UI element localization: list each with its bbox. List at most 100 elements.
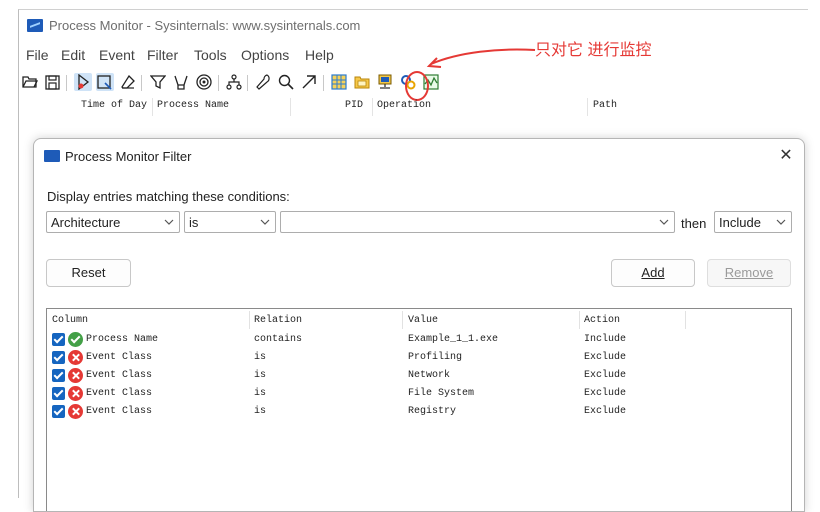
row-action: Include [584,334,627,345]
row-action: Exclude [584,370,627,381]
process-monitor-icon [44,150,60,162]
row-column: Event Class [86,406,153,417]
list-header-value[interactable]: Value [408,315,438,326]
checkbox-icon[interactable] [52,333,65,346]
header-operation[interactable]: Operation [377,100,431,111]
window-title: Process Monitor - Sysinternals: www.sysi… [49,18,361,33]
exclude-status-icon [68,386,83,401]
search-icon[interactable] [277,73,295,91]
title-bar: Process Monitor - Sysinternals: www.sysi… [19,10,808,42]
then-label: then [681,216,707,231]
file-system-icon[interactable] [353,73,371,91]
row-column: Event Class [86,352,153,363]
toolbar-separator [141,75,142,91]
menu-filter[interactable]: Filter [147,47,178,63]
header-process-name[interactable]: Process Name [157,100,229,111]
column-dropdown[interactable]: Architecture [46,211,180,233]
header-divider[interactable] [152,98,153,116]
filter-row[interactable]: Event Class is File System Exclude [47,385,791,403]
target-icon[interactable] [195,73,213,91]
header-divider[interactable] [685,311,686,329]
menu-bar: File Edit Event Filter Tools Options Hel… [19,44,808,66]
exclude-status-icon [68,350,83,365]
process-tree-icon[interactable] [225,73,243,91]
menu-help[interactable]: Help [305,47,334,63]
toolbar-separator [323,75,324,91]
header-path[interactable]: Path [593,100,617,111]
annotation-arrow [426,48,536,68]
autoscroll-icon[interactable] [96,73,114,91]
header-divider[interactable] [587,98,588,116]
row-relation: is [254,370,267,381]
action-dropdown[interactable]: Include [714,211,792,233]
reset-button[interactable]: Reset [46,259,131,287]
include-status-icon [68,332,83,347]
checkbox-icon[interactable] [52,387,65,400]
event-column-headers: Time of Day Process Name PID Operation P… [19,98,808,116]
column-dropdown-value: Architecture [51,215,121,230]
annotation-text: 只对它 进行监控 [535,42,652,59]
row-action: Exclude [584,406,627,417]
header-pid[interactable]: PID [345,100,363,111]
header-divider[interactable] [402,311,403,329]
filter-dialog: Process Monitor Filter ✕ Display entries… [33,138,805,512]
row-column: Event Class [86,388,153,399]
network-icon[interactable] [376,73,394,91]
value-combobox[interactable] [280,211,675,233]
row-column: Event Class [86,370,153,381]
highlight-icon[interactable] [172,73,190,91]
row-column: Process Name [86,334,159,345]
find-icon[interactable] [255,73,273,91]
exclude-status-icon [68,368,83,383]
filter-row[interactable]: Event Class is Profiling Exclude [47,349,791,367]
row-value: File System [408,388,475,399]
list-header-relation[interactable]: Relation [254,315,302,326]
menu-event[interactable]: Event [99,47,135,63]
checkbox-icon[interactable] [52,369,65,382]
row-value: Registry [408,406,457,417]
close-icon[interactable]: ✕ [775,145,797,167]
filter-instruction: Display entries matching these condition… [47,189,290,204]
filter-icon[interactable] [149,73,167,91]
chevron-down-icon [164,219,174,225]
relation-dropdown[interactable]: is [184,211,276,233]
filter-list: Column Relation Value Action Process Nam… [46,308,792,511]
remove-button[interactable]: Remove [707,259,791,287]
capture-icon[interactable] [74,73,92,91]
menu-options[interactable]: Options [241,47,289,63]
menu-edit[interactable]: Edit [61,47,85,63]
registry-icon[interactable] [330,73,348,91]
add-button[interactable]: Add [611,259,695,287]
filter-row[interactable]: Process Name contains Example_1_1.exe In… [47,331,791,349]
filter-row[interactable]: Event Class is Registry Exclude [47,403,791,421]
header-divider[interactable] [249,311,250,329]
exclude-status-icon [68,404,83,419]
row-action: Exclude [584,352,627,363]
chevron-down-icon [659,219,669,225]
row-action: Exclude [584,388,627,399]
menu-tools[interactable]: Tools [194,47,227,63]
toolbar-separator [66,75,67,91]
checkbox-icon[interactable] [52,405,65,418]
menu-file[interactable]: File [26,47,49,63]
clear-icon[interactable] [119,73,137,91]
toolbar-separator [247,75,248,91]
list-header-column[interactable]: Column [52,315,88,326]
chevron-down-icon [260,219,270,225]
header-divider[interactable] [579,311,580,329]
header-divider[interactable] [290,98,291,116]
list-header-action[interactable]: Action [584,315,620,326]
checkbox-icon[interactable] [52,351,65,364]
header-time-of-day[interactable]: Time of Day [81,100,147,111]
row-relation: is [254,352,267,363]
filter-row[interactable]: Event Class is Network Exclude [47,367,791,385]
relation-dropdown-value: is [189,215,199,230]
jump-icon[interactable] [300,73,318,91]
header-divider[interactable] [372,98,373,116]
save-icon[interactable] [43,73,61,91]
row-value: Profiling [408,352,463,363]
open-icon[interactable] [21,73,39,91]
row-value: Network [408,370,451,381]
toolbar-separator [218,75,219,91]
action-dropdown-value: Include [719,215,761,230]
